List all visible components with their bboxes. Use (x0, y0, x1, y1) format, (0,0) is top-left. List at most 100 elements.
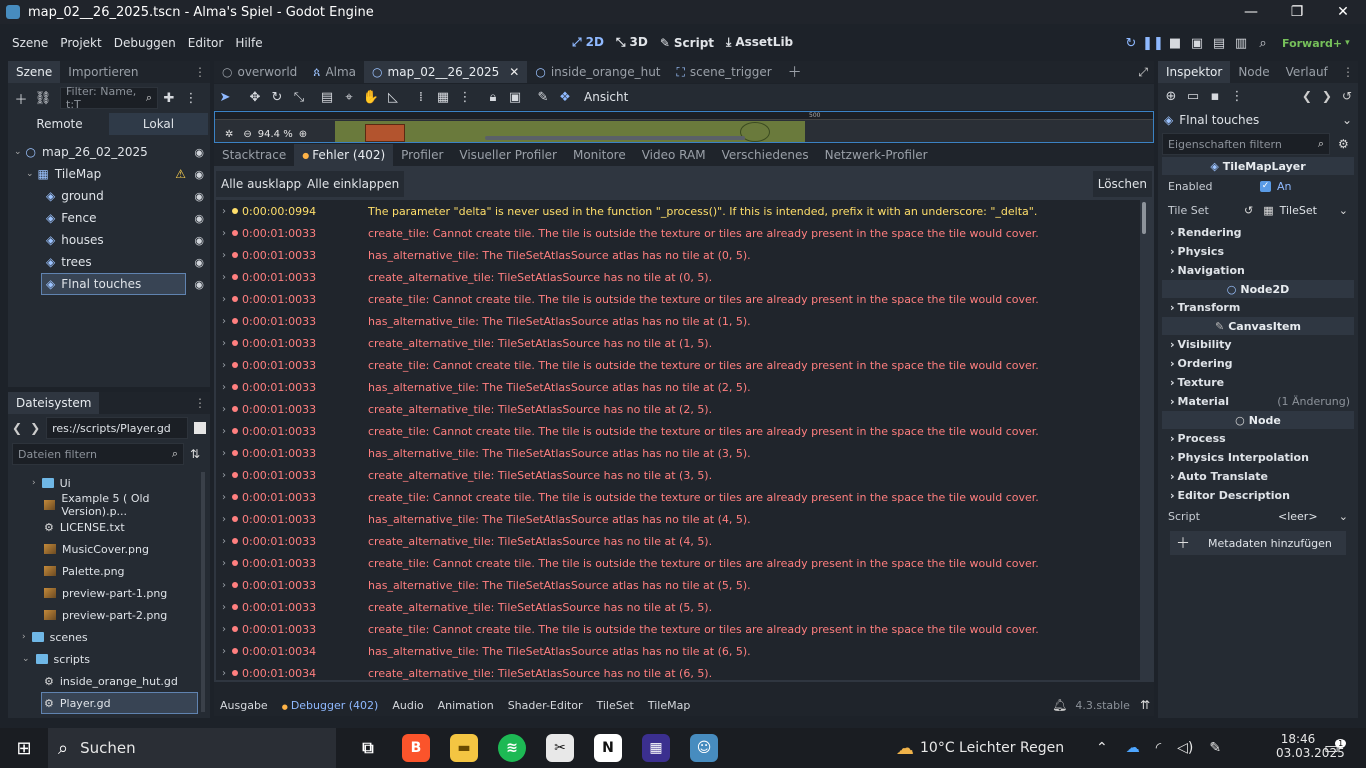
log-row[interactable]: › 0:00:01:0033 create_alternative_tile: Ti… (216, 266, 1140, 288)
remote-debug-icon[interactable]: ▣ (1186, 32, 1208, 54)
section-visibility[interactable]: › Visibility (1162, 335, 1354, 354)
filter-options-icon[interactable]: ⚙ (1338, 137, 1349, 151)
rotate-tool-icon[interactable]: ↻ (266, 86, 288, 108)
tab-audio[interactable]: Audio (392, 699, 423, 712)
log-row[interactable]: › 0:00:01:0033 has_alternative_tile: The T… (216, 574, 1140, 596)
close-window-button[interactable]: ✕ (1320, 0, 1366, 24)
restore-button[interactable]: ❐ (1274, 0, 1320, 24)
file-item-musiccover[interactable]: MusicCover.png (8, 538, 210, 560)
tree-node-trees[interactable]: ◈ trees ◉ (8, 251, 210, 273)
file-item-preview2[interactable]: preview-part-2.png (8, 604, 210, 626)
dock-menu-icon[interactable]: ⋮ (194, 396, 206, 410)
brave-icon[interactable]: B (402, 734, 430, 762)
log-row[interactable]: › 0:00:01:0033 create_tile: Cannot create … (216, 354, 1140, 376)
viewport-scrollbar[interactable] (485, 136, 745, 140)
back-icon[interactable]: ❮ (12, 421, 22, 435)
clear-button[interactable]: Löschen (1092, 171, 1152, 197)
zoom-in-icon[interactable]: ⊕ (299, 129, 307, 140)
file-item-example5[interactable]: Example 5 ( Old Version).p... (8, 492, 210, 518)
more-icon[interactable]: ⋮ (180, 87, 202, 109)
sort-icon[interactable]: ⇅ (190, 447, 200, 461)
workspace-assetlib-button[interactable]: ⤓ AssetLib (726, 35, 793, 50)
scene-filter-input[interactable]: Filter: Name, t:T ⌕ (60, 85, 158, 111)
capcut-icon[interactable]: ✂ (546, 734, 574, 762)
volume-icon[interactable]: ◁) (1177, 740, 1193, 756)
collapse-all-button[interactable]: Alle einklappen (302, 171, 405, 197)
tree-node-tilemap[interactable]: ⌄ ▦ TileMap ⚠ ◉ (8, 163, 210, 185)
bone-icon[interactable]: ✎ (532, 86, 554, 108)
add-node-icon[interactable]: ＋ (10, 87, 32, 109)
move-tool-icon[interactable]: ✥ (244, 86, 266, 108)
chevron-down-icon[interactable]: ⌄ (1339, 204, 1348, 217)
visibility-eye-icon[interactable]: ◉ (194, 190, 204, 203)
tab-network-profiler[interactable]: Netzwerk-Profiler (817, 144, 936, 166)
forward-icon[interactable]: ❯ (30, 421, 40, 435)
menu-projekt[interactable]: Projekt (54, 36, 107, 50)
save-icon[interactable]: ▪ (1204, 85, 1226, 107)
more-icon[interactable]: ⋮ (1226, 85, 1248, 107)
tab-animation[interactable]: Animation (438, 699, 494, 712)
log-row[interactable]: › 0:00:01:0033 has_alternative_tile: The T… (216, 310, 1140, 332)
file-item-preview1[interactable]: preview-part-1.png (8, 582, 210, 604)
visibility-eye-icon[interactable]: ◉ (194, 146, 204, 159)
zoom-level[interactable]: 94.4 % (258, 129, 293, 140)
warning-icon[interactable]: ⚠ (175, 167, 186, 181)
menu-editor[interactable]: Editor (182, 36, 230, 50)
log-row[interactable]: › 0:00:00:0994 The parameter "delta" is ne… (216, 200, 1140, 222)
tab-monitors[interactable]: Monitore (565, 144, 634, 166)
select-tool-icon[interactable]: ➤ (214, 86, 236, 108)
path-field[interactable]: res://scripts/Player.gd (46, 417, 189, 439)
log-row[interactable]: › 0:00:01:0034 create_alternative_tile: Ti… (216, 662, 1140, 680)
property-filter-input[interactable]: Eigenschaften filtern ⌕ (1162, 133, 1330, 155)
workspace-2d-button[interactable]: ⤢ 2D (572, 35, 604, 50)
tab-video-ram[interactable]: Video RAM (634, 144, 714, 166)
file-item-palette[interactable]: Palette.png (8, 560, 210, 582)
section-process[interactable]: › Process (1162, 429, 1354, 448)
pan-tool-icon[interactable]: ✋ (360, 86, 382, 108)
script-value[interactable]: <leer> (1278, 510, 1318, 523)
menu-szene[interactable]: Szene (6, 36, 54, 50)
run-scene-icon[interactable]: ▤ (1208, 32, 1230, 54)
notification-center-icon[interactable]: ▭ 1 (1324, 738, 1347, 757)
node-selector[interactable]: ◈ FInal touches ⌄ (1160, 109, 1356, 131)
scene-tab-overworld[interactable]: ○ overworld (214, 61, 305, 83)
skeleton-icon[interactable]: ❖ (554, 86, 576, 108)
file-item-scripts[interactable]: ⌄ scripts (8, 648, 210, 670)
close-icon[interactable]: ✕ (509, 65, 519, 79)
menu-debuggen[interactable]: Debuggen (108, 36, 182, 50)
spotify-icon[interactable]: ≋ (498, 734, 526, 762)
scene-tab-inside-orange-hut[interactable]: ○ inside_orange_hut (527, 61, 668, 83)
canvas-viewport[interactable]: 500 ✲ ⊖ 94.4 % ⊕ (214, 111, 1154, 143)
tab-import[interactable]: Importieren (60, 61, 146, 83)
tab-output[interactable]: Ausgabe (220, 699, 268, 712)
notion-icon[interactable]: N (594, 734, 622, 762)
log-row[interactable]: › 0:00:01:0033 create_alternative_tile: Ti… (216, 398, 1140, 420)
file-item-inside-orange-hut[interactable]: ⚙ inside_orange_hut.gd (8, 670, 210, 692)
enabled-checkbox[interactable]: ✓ (1260, 180, 1271, 192)
tab-visual-profiler[interactable]: Visueller Profiler (451, 144, 565, 166)
section-material[interactable]: › Material (1 Änderung) (1162, 392, 1354, 411)
local-tab[interactable]: Lokal (109, 113, 208, 135)
tab-tilemap[interactable]: TileMap (648, 699, 690, 712)
selectable-tool-icon[interactable]: ▤ (316, 86, 338, 108)
tab-debugger[interactable]: ● Debugger (402) (282, 699, 379, 712)
add-metadata-button[interactable]: ＋ Metadaten hinzufügen (1170, 531, 1346, 555)
log-row[interactable]: › 0:00:01:0033 has_alternative_tile: The T… (216, 442, 1140, 464)
smart-snap-icon[interactable]: ⁞ (410, 86, 432, 108)
tab-profiler[interactable]: Profiler (393, 144, 451, 166)
section-editor-description[interactable]: › Editor Description (1162, 486, 1354, 505)
taskbar-search[interactable]: ⌕ Suchen (48, 728, 336, 768)
file-item-player[interactable]: ⚙ Player.gd (41, 692, 198, 714)
section-texture[interactable]: › Texture (1162, 373, 1354, 392)
tree-node-root[interactable]: ⌄ ○ map_26_02_2025 ◉ (8, 141, 210, 163)
workspace-script-button[interactable]: ✎ Script (660, 36, 714, 50)
visibility-eye-icon[interactable]: ◉ (194, 212, 204, 225)
clock[interactable]: 18:46 03.03.2025 (1276, 732, 1345, 760)
tab-history[interactable]: Verlauf (1278, 61, 1336, 83)
task-view-icon[interactable]: ⧉ (354, 734, 382, 762)
renderer-label[interactable]: Forward+ (1282, 37, 1342, 50)
zoom-icon[interactable]: ⌕ (1252, 32, 1274, 54)
log-row[interactable]: › 0:00:01:0033 create_alternative_tile: Ti… (216, 596, 1140, 618)
visibility-eye-icon[interactable]: ◉ (194, 256, 204, 269)
reload-icon[interactable]: ↻ (1120, 32, 1142, 54)
